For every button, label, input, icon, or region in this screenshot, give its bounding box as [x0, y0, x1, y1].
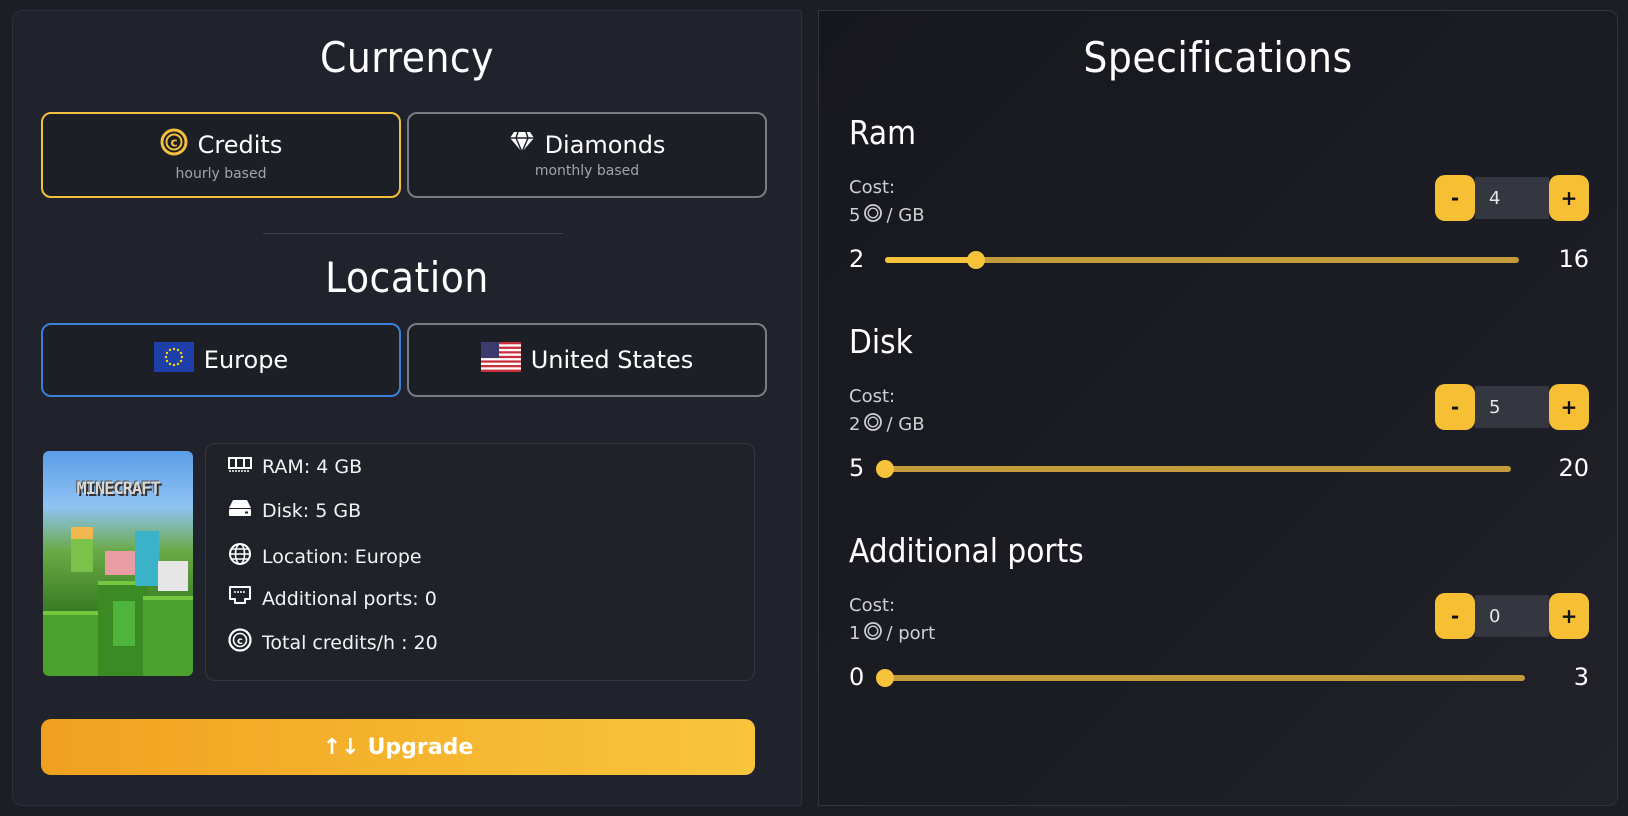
us-flag-icon: [480, 342, 521, 378]
upgrade-label: Upgrade: [367, 734, 474, 760]
slider-track[interactable]: [876, 669, 1525, 687]
credits-label: Credits: [197, 131, 283, 159]
credit-coin-icon: [864, 413, 883, 436]
slider-min: 2: [849, 245, 865, 273]
svg-text:c: c: [170, 136, 177, 150]
diamond-icon: [509, 131, 535, 159]
disk-increment-button[interactable]: +: [1549, 384, 1589, 430]
cost-value: 1 / port: [849, 622, 936, 645]
ram-stepper[interactable]: - 4 +: [1435, 175, 1589, 221]
slider-min: 5: [849, 454, 865, 482]
diamonds-sublabel: monthly based: [534, 163, 640, 179]
slider-handle[interactable]: [966, 251, 985, 269]
summary-ram: RAM: 4 GB: [228, 456, 362, 478]
section-divider: [263, 233, 563, 234]
credit-coin-icon: c: [160, 128, 188, 162]
currency-option-diamonds[interactable]: Diamonds monthly based: [407, 112, 767, 198]
disk-value-input[interactable]: 5: [1475, 386, 1549, 428]
eu-flag-icon: [153, 342, 194, 378]
upgrade-button[interactable]: ↑↓ Upgrade: [41, 719, 755, 775]
specifications-panel: Specifications Ram Cost: 5 / GB - 4 + 2 …: [818, 10, 1618, 806]
disk-decrement-button[interactable]: -: [1435, 384, 1475, 430]
ram-icon: [228, 456, 252, 478]
ram-increment-button[interactable]: +: [1549, 175, 1589, 221]
summary-total-credits: c Total credits/h : 20: [228, 628, 438, 657]
cost-label: Cost:: [849, 386, 896, 407]
credits-sublabel: hourly based: [175, 166, 267, 182]
ram-decrement-button[interactable]: -: [1435, 175, 1475, 221]
game-logo: MINECRAFT: [76, 479, 160, 499]
disk-icon: [228, 499, 252, 522]
spec-additional-ports: Additional ports Cost: 1 / port - 0 + 0 …: [849, 531, 1589, 691]
config-panel: Currency c Credits hourly based Diamonds…: [12, 10, 802, 806]
slider-handle[interactable]: [876, 460, 894, 478]
slider-max: 16: [1558, 245, 1589, 273]
slider-max: 3: [1573, 663, 1589, 691]
currency-option-credits[interactable]: c Credits hourly based: [41, 112, 401, 198]
ram-slider: 2 16: [849, 245, 1589, 275]
summary-location: Location: Europe: [228, 542, 422, 571]
summary-disk: Disk: 5 GB: [228, 499, 361, 522]
spec-disk: Disk Cost: 2 / GB - 5 + 5 20: [849, 322, 1589, 482]
slider-track[interactable]: [876, 460, 1511, 478]
diamonds-label: Diamonds: [544, 131, 666, 159]
cost-value: 2 / GB: [849, 413, 925, 436]
europe-label: Europe: [203, 346, 289, 374]
credit-coin-icon: c: [228, 628, 252, 657]
slider-fill: [885, 257, 976, 263]
united-states-label: United States: [530, 346, 694, 374]
summary-ports: Additional ports: 0: [228, 585, 437, 612]
slider-max: 20: [1558, 454, 1589, 482]
spec-title: Additional ports: [849, 531, 1084, 570]
disk-slider: 5 20: [849, 454, 1589, 484]
disk-stepper[interactable]: - 5 +: [1435, 384, 1589, 430]
ram-value-input[interactable]: 4: [1475, 177, 1549, 219]
credit-coin-icon: [864, 204, 883, 227]
cost-label: Cost:: [849, 595, 896, 616]
spec-title: Disk: [849, 322, 913, 361]
currency-heading: Currency: [319, 33, 495, 82]
ports-increment-button[interactable]: +: [1549, 593, 1589, 639]
slider-handle[interactable]: [876, 669, 894, 687]
cost-label: Cost:: [849, 177, 896, 198]
specifications-heading: Specifications: [1083, 33, 1353, 82]
slider-min: 0: [849, 663, 865, 691]
swap-arrows-icon: ↑↓: [322, 734, 360, 760]
spec-title: Ram: [849, 113, 917, 152]
ethernet-port-icon: [228, 585, 252, 612]
game-cover-image: MINECRAFT: [43, 451, 193, 676]
ports-value-input[interactable]: 0: [1475, 595, 1549, 637]
location-option-united-states[interactable]: United States: [407, 323, 767, 397]
ports-slider: 0 3: [849, 663, 1589, 693]
credit-coin-icon: [864, 622, 883, 645]
ports-decrement-button[interactable]: -: [1435, 593, 1475, 639]
ports-stepper[interactable]: - 0 +: [1435, 593, 1589, 639]
svg-text:c: c: [237, 636, 243, 647]
globe-icon: [228, 542, 252, 571]
location-heading: Location: [325, 253, 489, 302]
spec-ram: Ram Cost: 5 / GB - 4 + 2 16: [849, 113, 1589, 273]
slider-track[interactable]: [885, 251, 1519, 269]
cost-value: 5 / GB: [849, 204, 925, 227]
order-summary: RAM: 4 GB Disk: 5 GB Location: Europe Ad…: [205, 443, 755, 681]
location-option-europe[interactable]: Europe: [41, 323, 401, 397]
